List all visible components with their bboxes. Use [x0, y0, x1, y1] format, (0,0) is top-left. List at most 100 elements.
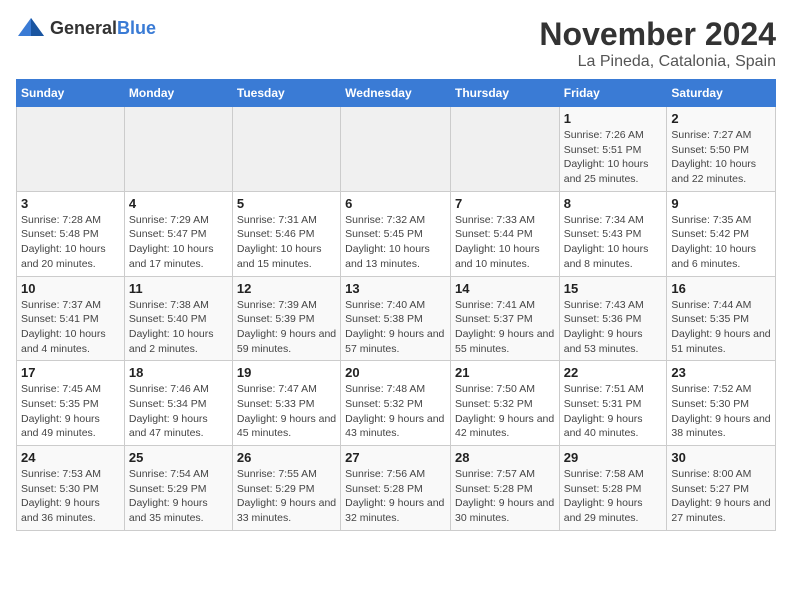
day-number: 11 — [129, 281, 228, 296]
day-number: 2 — [671, 111, 771, 126]
day-detail: Sunrise: 7:55 AMSunset: 5:29 PMDaylight:… — [237, 467, 336, 526]
calendar-week-row: 17 Sunrise: 7:45 AMSunset: 5:35 PMDayligh… — [17, 361, 776, 446]
day-detail: Sunrise: 7:41 AMSunset: 5:37 PMDaylight:… — [455, 298, 555, 357]
weekday-header: Saturday — [667, 80, 776, 107]
weekday-header: Thursday — [450, 80, 559, 107]
calendar-cell — [17, 107, 125, 192]
calendar-week-row: 1 Sunrise: 7:26 AMSunset: 5:51 PMDaylight… — [17, 107, 776, 192]
day-number: 9 — [671, 196, 771, 211]
calendar-cell: 23Sunrise: 7:52 AMSunset: 5:30 PMDayligh… — [667, 361, 776, 446]
calendar-cell: 2 Sunrise: 7:27 AMSunset: 5:50 PMDaylight… — [667, 107, 776, 192]
calendar-table: SundayMondayTuesdayWednesdayThursdayFrid… — [16, 79, 776, 531]
day-number: 8 — [564, 196, 663, 211]
calendar-cell: 10Sunrise: 7:37 AMSunset: 5:41 PMDayligh… — [17, 276, 125, 361]
logo-general: General — [50, 18, 117, 38]
day-detail: Sunrise: 7:58 AMSunset: 5:28 PMDaylight:… — [564, 467, 663, 526]
calendar-cell: 3 Sunrise: 7:28 AMSunset: 5:48 PMDaylight… — [17, 191, 125, 276]
day-number: 7 — [455, 196, 555, 211]
weekday-header: Wednesday — [341, 80, 451, 107]
calendar-cell: 4Sunrise: 7:29 AMSunset: 5:47 PMDaylight… — [124, 191, 232, 276]
day-detail: Sunrise: 7:47 AMSunset: 5:33 PMDaylight:… — [237, 382, 336, 441]
day-number: 27 — [345, 450, 446, 465]
day-detail: Sunrise: 7:32 AMSunset: 5:45 PMDaylight:… — [345, 213, 446, 272]
calendar-cell: 11 Sunrise: 7:38 AMSunset: 5:40 PMDayligh… — [124, 276, 232, 361]
day-detail: Sunrise: 7:28 AMSunset: 5:48 PMDaylight:… — [21, 213, 120, 272]
day-detail: Sunrise: 7:46 AMSunset: 5:34 PMDaylight:… — [129, 382, 228, 441]
day-detail: Sunrise: 8:00 AMSunset: 5:27 PMDaylight:… — [671, 467, 771, 526]
weekday-header: Friday — [559, 80, 667, 107]
logo-blue: Blue — [117, 18, 156, 38]
day-number: 22 — [564, 365, 663, 380]
calendar-cell — [232, 107, 340, 192]
day-detail: Sunrise: 7:48 AMSunset: 5:32 PMDaylight:… — [345, 382, 446, 441]
day-detail: Sunrise: 7:56 AMSunset: 5:28 PMDaylight:… — [345, 467, 446, 526]
day-detail: Sunrise: 7:29 AMSunset: 5:47 PMDaylight:… — [129, 213, 228, 272]
calendar-cell: 14Sunrise: 7:41 AMSunset: 5:37 PMDayligh… — [450, 276, 559, 361]
day-detail: Sunrise: 7:50 AMSunset: 5:32 PMDaylight:… — [455, 382, 555, 441]
day-number: 17 — [21, 365, 120, 380]
day-detail: Sunrise: 7:45 AMSunset: 5:35 PMDaylight:… — [21, 382, 120, 441]
calendar-cell: 16 Sunrise: 7:44 AMSunset: 5:35 PMDayligh… — [667, 276, 776, 361]
day-number: 5 — [237, 196, 336, 211]
day-number: 26 — [237, 450, 336, 465]
day-number: 13 — [345, 281, 446, 296]
location-title: La Pineda, Catalonia, Spain — [539, 53, 776, 71]
calendar-cell: 18 Sunrise: 7:46 AMSunset: 5:34 PMDayligh… — [124, 361, 232, 446]
day-detail: Sunrise: 7:43 AMSunset: 5:36 PMDaylight:… — [564, 298, 663, 357]
day-detail: Sunrise: 7:54 AMSunset: 5:29 PMDaylight:… — [129, 467, 228, 526]
day-detail: Sunrise: 7:51 AMSunset: 5:31 PMDaylight:… — [564, 382, 663, 441]
calendar-cell: 29 Sunrise: 7:58 AMSunset: 5:28 PMDayligh… — [559, 446, 667, 531]
calendar-cell: 8 Sunrise: 7:34 AMSunset: 5:43 PMDaylight… — [559, 191, 667, 276]
logo: GeneralBlue — [16, 16, 156, 40]
day-detail: Sunrise: 7:52 AMSunset: 5:30 PMDaylight:… — [671, 382, 771, 441]
calendar-cell: 26 Sunrise: 7:55 AMSunset: 5:29 PMDayligh… — [232, 446, 340, 531]
day-detail: Sunrise: 7:44 AMSunset: 5:35 PMDaylight:… — [671, 298, 771, 357]
calendar-cell: 19Sunrise: 7:47 AMSunset: 5:33 PMDayligh… — [232, 361, 340, 446]
calendar-cell: 12 Sunrise: 7:39 AMSunset: 5:39 PMDayligh… — [232, 276, 340, 361]
calendar-cell: 5 Sunrise: 7:31 AMSunset: 5:46 PMDaylight… — [232, 191, 340, 276]
title-area: November 2024 La Pineda, Catalonia, Spai… — [539, 16, 776, 71]
calendar-cell: 7Sunrise: 7:33 AMSunset: 5:44 PMDaylight… — [450, 191, 559, 276]
day-number: 29 — [564, 450, 663, 465]
calendar-cell: 20Sunrise: 7:48 AMSunset: 5:32 PMDayligh… — [341, 361, 451, 446]
day-number: 12 — [237, 281, 336, 296]
calendar-cell — [450, 107, 559, 192]
day-number: 15 — [564, 281, 663, 296]
day-detail: Sunrise: 7:39 AMSunset: 5:39 PMDaylight:… — [237, 298, 336, 357]
day-detail: Sunrise: 7:38 AMSunset: 5:40 PMDaylight:… — [129, 298, 228, 357]
day-number: 6 — [345, 196, 446, 211]
calendar-week-row: 3 Sunrise: 7:28 AMSunset: 5:48 PMDaylight… — [17, 191, 776, 276]
day-number: 25 — [129, 450, 228, 465]
calendar-cell: 30Sunrise: 8:00 AMSunset: 5:27 PMDayligh… — [667, 446, 776, 531]
day-number: 3 — [21, 196, 120, 211]
day-detail: Sunrise: 7:34 AMSunset: 5:43 PMDaylight:… — [564, 213, 663, 272]
calendar-cell: 25 Sunrise: 7:54 AMSunset: 5:29 PMDayligh… — [124, 446, 232, 531]
calendar-cell: 1 Sunrise: 7:26 AMSunset: 5:51 PMDaylight… — [559, 107, 667, 192]
calendar-cell: 24Sunrise: 7:53 AMSunset: 5:30 PMDayligh… — [17, 446, 125, 531]
header-area: GeneralBlue November 2024 La Pineda, Cat… — [16, 16, 776, 71]
calendar-cell — [124, 107, 232, 192]
calendar-cell: 22 Sunrise: 7:51 AMSunset: 5:31 PMDayligh… — [559, 361, 667, 446]
calendar-cell: 17 Sunrise: 7:45 AMSunset: 5:35 PMDayligh… — [17, 361, 125, 446]
calendar-cell: 28Sunrise: 7:57 AMSunset: 5:28 PMDayligh… — [450, 446, 559, 531]
calendar-cell: 6 Sunrise: 7:32 AMSunset: 5:45 PMDaylight… — [341, 191, 451, 276]
day-detail: Sunrise: 7:35 AMSunset: 5:42 PMDaylight:… — [671, 213, 771, 272]
calendar-cell: 15 Sunrise: 7:43 AMSunset: 5:36 PMDayligh… — [559, 276, 667, 361]
day-detail: Sunrise: 7:26 AMSunset: 5:51 PMDaylight:… — [564, 128, 663, 187]
day-number: 1 — [564, 111, 663, 126]
calendar-week-row: 10Sunrise: 7:37 AMSunset: 5:41 PMDayligh… — [17, 276, 776, 361]
day-detail: Sunrise: 7:31 AMSunset: 5:46 PMDaylight:… — [237, 213, 336, 272]
logo-icon — [16, 16, 46, 40]
calendar-cell: 21Sunrise: 7:50 AMSunset: 5:32 PMDayligh… — [450, 361, 559, 446]
weekday-header: Sunday — [17, 80, 125, 107]
logo-text: GeneralBlue — [50, 18, 156, 39]
day-number: 18 — [129, 365, 228, 380]
calendar-cell: 27 Sunrise: 7:56 AMSunset: 5:28 PMDayligh… — [341, 446, 451, 531]
weekday-header: Monday — [124, 80, 232, 107]
calendar-cell: 9 Sunrise: 7:35 AMSunset: 5:42 PMDaylight… — [667, 191, 776, 276]
day-detail: Sunrise: 7:27 AMSunset: 5:50 PMDaylight:… — [671, 128, 771, 187]
day-detail: Sunrise: 7:53 AMSunset: 5:30 PMDaylight:… — [21, 467, 120, 526]
month-title: November 2024 — [539, 16, 776, 53]
calendar-cell: 13Sunrise: 7:40 AMSunset: 5:38 PMDayligh… — [341, 276, 451, 361]
day-number: 16 — [671, 281, 771, 296]
